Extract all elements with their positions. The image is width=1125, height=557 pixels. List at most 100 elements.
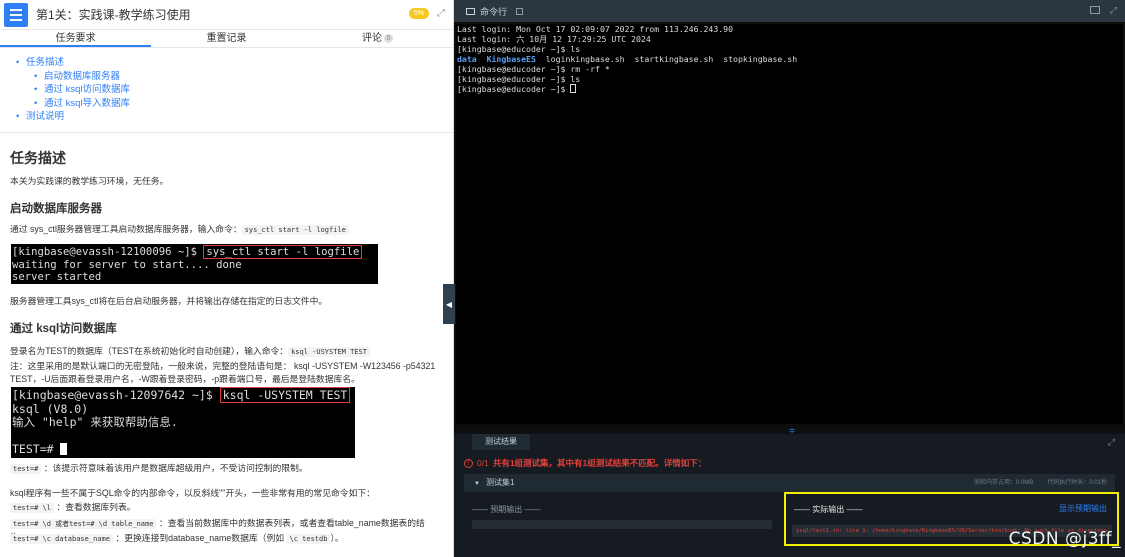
command-panel: 命令行 ⤢ Last login: Mon Oct 17 02:09:07 20… <box>454 0 1125 557</box>
inline-code: test=# <box>10 464 42 474</box>
terminal-line: [kingbase@educoder ~]$ <box>457 84 1123 94</box>
term-prompt: [kingbase@evassh-12100096 ~]$ <box>12 246 204 258</box>
tab-label: 任务要求 <box>55 33 96 44</box>
text-span: ：该提示符意味着该用户是数据库超级用户，不受访问控制的限制。 <box>43 463 308 473</box>
terminal-line: [kingbase@educoder ~]$ rm -rf * <box>457 64 610 74</box>
heading-task-desc: 任务描述 <box>10 150 66 166</box>
cmd-item: test=# \c database_name ：更换连接到database_n… <box>10 532 442 546</box>
expected-output <box>472 520 772 529</box>
inline-code: test=# \l <box>10 503 54 513</box>
toc-item-test-desc[interactable]: 测试说明 <box>14 110 453 124</box>
text-span: 通过 sys_ctl服务器管理工具启动数据库服务器，输入命令： <box>10 224 242 234</box>
test-set-header[interactable]: ▼ 测试集1 测检内存占用：0.0MB 代码执行时长：0.01秒 <box>464 474 1115 492</box>
text-start-server: 通过 sys_ctl服务器管理工具启动数据库服务器，输入命令： sys_ctl s… <box>10 223 442 237</box>
chevron-left-icon: ◀ <box>445 299 453 309</box>
divider <box>0 131 453 133</box>
inline-code: ksql -USYSTEM TEST <box>288 347 370 357</box>
collapse-panel-handle[interactable]: ◀ <box>443 284 455 324</box>
tab-label: 命令行 <box>480 6 508 17</box>
csdn-watermark: CSDN @j3ff_ <box>1008 529 1121 549</box>
tab-label: 重置记录 <box>206 33 247 44</box>
command-toolbar: 命令行 ⤢ <box>454 0 1125 22</box>
term-prompt: TEST=# <box>12 442 61 456</box>
menu-icon[interactable] <box>4 2 28 27</box>
term-line: ksql (V8.0) <box>12 401 89 416</box>
terminal-output[interactable]: Last login: Mon Oct 17 02:09:07 2022 fro… <box>456 24 1123 424</box>
copy-icon[interactable] <box>516 7 524 15</box>
terminal-line: [kingbase@educoder ~]$ ls <box>457 44 581 54</box>
term-line: waiting for server to start.... done <box>12 258 242 271</box>
inline-code: \c testdb <box>286 534 331 544</box>
test-metrics: 测检内存占用：0.0MB 代码执行时长：0.01秒 <box>960 474 1107 492</box>
inline-code: test=# \c database_name <box>10 534 113 544</box>
term-prompt: [kingbase@evassh-12097642 ~]$ <box>12 388 220 402</box>
highlighted-command: sys_ctl start -l logfile <box>203 245 363 259</box>
cmd-item: test=# \l ：查看数据库列表。 <box>10 501 442 515</box>
term-line: [kingbase@evassh-12097642 ~]$ ksql -USYS… <box>12 387 355 403</box>
text-span: ：查看数据库列表。 <box>56 502 136 512</box>
text-ksql-1: 登录名为TEST的数据库（TEST在系统初始化时自动创建），输入命令： ksql … <box>10 345 442 359</box>
terminal-line: Last login: Mon Oct 17 02:09:07 2022 fro… <box>457 24 734 34</box>
toc-item-task-desc[interactable]: 任务描述 <box>14 56 453 70</box>
tab-command-line[interactable]: 命令行 <box>466 5 524 18</box>
drag-handle-icon[interactable]: ≑ <box>787 427 797 435</box>
task-panel: 第1关：实践课-教学练习使用 5% ⤢ 任务要求 重置记录 评论0 任务描述 启… <box>0 0 454 557</box>
inline-code: sys_ctl start -l logfile <box>241 225 349 235</box>
tab-test-results[interactable]: 测试结果 <box>472 434 530 450</box>
toc-item-ksql-access[interactable]: 通过 ksql访问数据库 <box>14 83 453 97</box>
summary-message: 共有1组测试集，其中有1组测试结果不匹配。详情如下： <box>492 458 707 468</box>
toc-item-start-server[interactable]: 启动数据库服务器 <box>14 70 453 84</box>
heading-ksql-access: 通过 ksql访问数据库 <box>10 323 117 335</box>
term-line: 输入 "help" 来获取帮助信息. <box>12 415 178 429</box>
show-expected-link[interactable]: 显示预期输出 <box>1059 503 1107 514</box>
text-span: 登录名为TEST的数据库（TEST在系统初始化时自动创建），输入命令： <box>10 346 289 356</box>
comment-count-badge: 0 <box>384 33 393 43</box>
dir-entry: KingbaseES <box>486 54 536 64</box>
term-blank-line <box>12 430 355 444</box>
terminal-prompt: [kingbase@educoder ~]$ <box>457 84 571 94</box>
text-superuser: test=# ：该提示符意味着该用户是数据库超级用户，不受访问控制的限制。 <box>10 462 442 476</box>
terminal-cursor <box>570 84 577 93</box>
table-of-contents: 任务描述 启动数据库服务器 通过 ksql访问数据库 通过 ksql导入数据库 … <box>0 48 453 124</box>
text-start-after: 服务器管理工具sys_ctl将在后台启动服务器，并将输出存储在指定的日志文件中。 <box>10 296 328 306</box>
task-header: 第1关：实践课-教学练习使用 5% ⤢ <box>0 0 453 30</box>
dir-entry: data <box>457 54 477 64</box>
terminal-icon <box>466 7 475 15</box>
cursor-block <box>60 443 68 455</box>
terminal-line: data KingbaseES loginkingbase.sh startki… <box>457 54 1123 64</box>
term-line: server started <box>12 271 102 283</box>
toolbar-actions: ⤢ <box>1089 6 1117 15</box>
tab-comments[interactable]: 评论 0 <box>302 30 453 47</box>
tab-reset-records[interactable]: 重置记录 <box>151 30 302 47</box>
term-line: TEST=# <box>12 442 355 457</box>
toolbox-icon[interactable] <box>1089 6 1100 14</box>
test-set-label: 测试集1 <box>485 478 515 487</box>
text-span: ）。 <box>330 533 344 543</box>
pass-fraction: 0/1 <box>477 458 489 468</box>
text-meta-commands: ksql程序有一些不属于SQL命令的内部命令，以反斜线""开头，一些非常有用的常… <box>10 488 375 498</box>
test-summary: ! 0/1 共有1组测试集，其中有1组测试结果不匹配。详情如下： <box>464 457 706 469</box>
tab-task-requirements[interactable]: 任务要求 <box>0 30 151 47</box>
toc-item-ksql-import[interactable]: 通过 ksql导入数据库 <box>14 97 453 111</box>
tab-label: 评论 <box>362 33 382 44</box>
expand-icon[interactable]: ⤢ <box>1108 437 1115 448</box>
stage-title: 第1关：实践课-教学练习使用 <box>36 8 191 22</box>
expand-icon[interactable]: ⤢ <box>437 8 445 19</box>
screenshot-sys-ctl: [kingbase@evassh-12100096 ~]$ sys_ctl st… <box>11 244 378 284</box>
expand-icon[interactable]: ⤢ <box>1110 6 1117 15</box>
screenshot-ksql: [kingbase@evassh-12097642 ~]$ ksql -USYS… <box>11 387 355 458</box>
text-task-desc: 本关为实践课的教学练习环境，无任务。 <box>10 176 169 186</box>
task-tabs: 任务要求 重置记录 评论 0 <box>0 30 453 48</box>
text-ksql-2: 注：这里采用的是默认端口的无密登陆，一般来说，完整的登陆语句是： ksql -U… <box>10 361 436 384</box>
expected-output-label: —— 预期输出 —— <box>472 505 541 514</box>
terminal-line: Last login: 六 10月 12 17:29:25 UTC 2024 <box>457 34 651 44</box>
file-entries: loginkingbase.sh startkingbase.sh stopki… <box>545 54 798 64</box>
caret-down-icon: ▼ <box>474 481 480 487</box>
highlighted-command: ksql -USYSTEM TEST <box>219 387 351 403</box>
term-line: [kingbase@evassh-12100096 ~]$ sys_ctl st… <box>12 245 378 259</box>
exec-time: 代码执行时长：0.01秒 <box>1047 480 1107 486</box>
actual-output-label: —— 实际输出 —— <box>794 505 863 514</box>
memory-usage: 测检内存占用：0.0MB <box>973 480 1034 486</box>
warning-icon: ! <box>464 458 473 468</box>
heading-start-server: 启动数据库服务器 <box>10 203 102 215</box>
